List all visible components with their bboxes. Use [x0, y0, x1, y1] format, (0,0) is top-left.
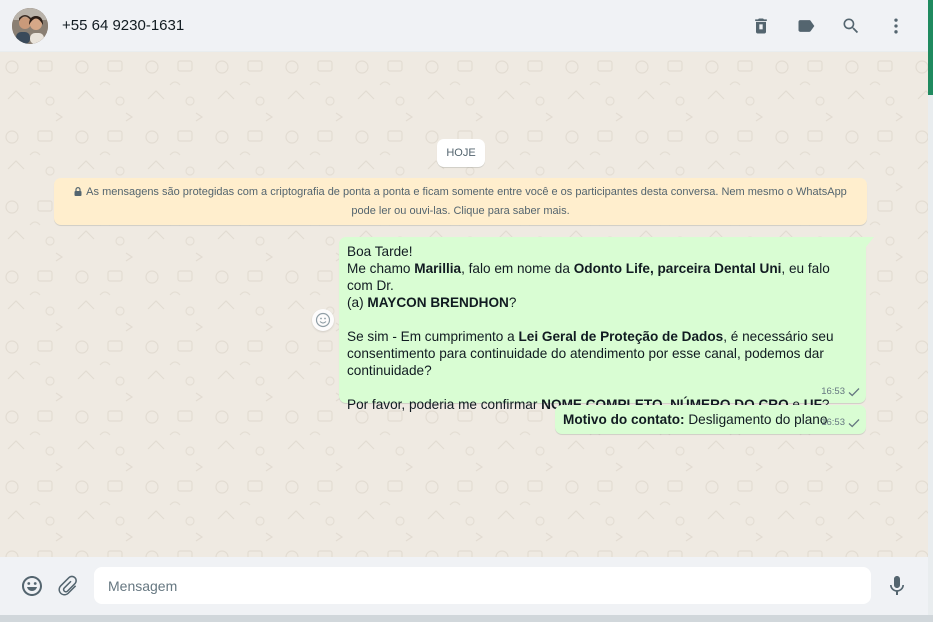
date-chip: HOJE [437, 139, 485, 167]
message-text: Boa Tarde! Me chamo Marillia, falo em no… [347, 243, 858, 413]
message-line: continuidade? [347, 363, 432, 378]
conversation-panel[interactable]: HOJE As mensagens são protegidas com a c… [0, 53, 928, 557]
contact-name[interactable]: +55 64 9230-1631 [62, 17, 184, 34]
message-text: Motivo do contato: Desligamento do plano [563, 412, 828, 427]
window-bottom-edge [0, 615, 933, 622]
message-line: Me chamo Marillia, falo em nome da Odont… [347, 261, 830, 293]
encryption-text: As mensagens são protegidas com a cripto… [86, 186, 847, 217]
message-meta: 16:53 [821, 383, 860, 400]
message-line: Se sim - Em cumprimento a Lei Geral de P… [347, 329, 834, 344]
message-input[interactable] [94, 567, 871, 604]
label-icon[interactable] [794, 14, 818, 38]
attach-icon[interactable] [55, 573, 81, 599]
emoji-icon[interactable] [19, 573, 45, 599]
search-icon[interactable] [839, 14, 863, 38]
lock-icon [74, 187, 82, 196]
message-meta: 16:53 [821, 414, 860, 431]
scrollbar-thumb[interactable] [928, 0, 933, 95]
message-line: consentimento para continuidade do atend… [347, 346, 824, 361]
message-line: (a) MAYCON BRENDHON? [347, 295, 517, 310]
compose-bar [0, 557, 928, 615]
message-line: Boa Tarde! [347, 244, 413, 259]
delete-icon[interactable] [749, 14, 773, 38]
contact-avatar[interactable] [12, 8, 48, 44]
message-time: 16:53 [821, 417, 845, 428]
scrollbar[interactable] [928, 0, 933, 615]
menu-icon[interactable] [884, 14, 908, 38]
single-check-icon [848, 418, 860, 427]
smiley-icon [315, 312, 331, 328]
bubble-tail [866, 237, 874, 247]
single-check-icon [848, 387, 860, 396]
message-bubble-outgoing[interactable]: Motivo do contato: Desligamento do plano… [555, 405, 866, 434]
encryption-notice[interactable]: As mensagens são protegidas com a cripto… [54, 178, 867, 225]
microphone-icon[interactable] [884, 573, 910, 599]
message-bubble-outgoing[interactable]: Boa Tarde! Me chamo Marillia, falo em no… [339, 237, 874, 412]
react-emoji-button[interactable] [312, 309, 334, 331]
chat-header: +55 64 9230-1631 [0, 0, 928, 52]
message-time: 16:53 [821, 386, 845, 397]
